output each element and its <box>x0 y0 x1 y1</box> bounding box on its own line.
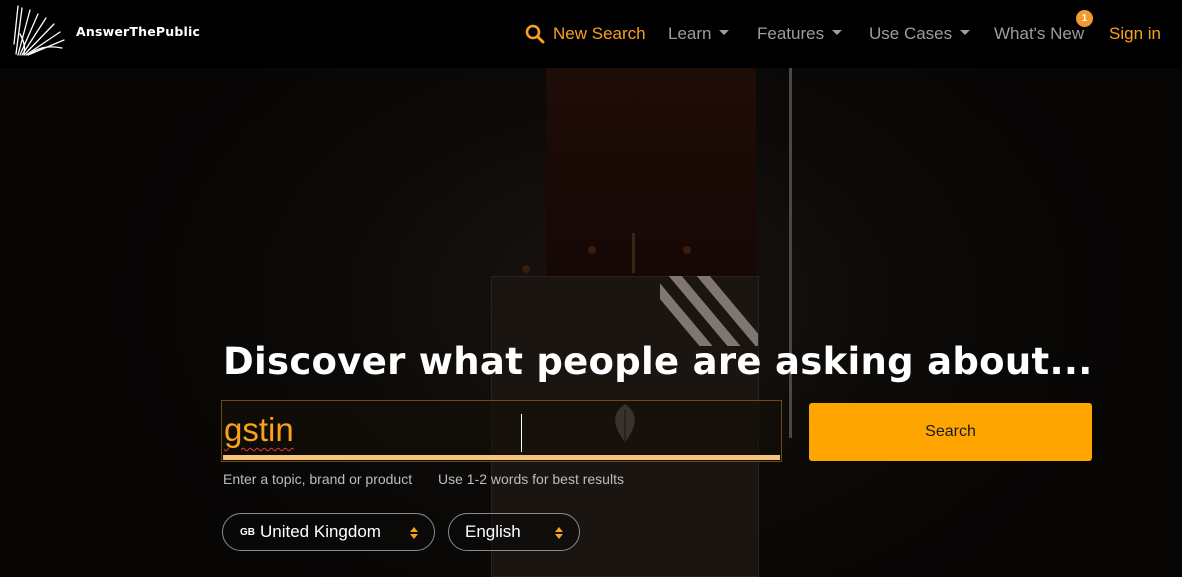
sort-arrows-icon <box>410 527 418 539</box>
hero-background <box>0 0 1182 577</box>
search-focus-underline <box>223 455 780 460</box>
leaf-icon <box>615 404 635 442</box>
word-count-hint: Use 1-2 words for best results <box>438 471 624 487</box>
background-ember <box>588 246 596 254</box>
search-input-value[interactable]: gstin <box>224 411 294 449</box>
chevron-down-icon <box>719 29 730 35</box>
chevron-down-icon <box>832 29 843 35</box>
nav-learn[interactable]: Learn <box>668 0 730 68</box>
nav-use-cases[interactable]: Use Cases <box>869 0 971 68</box>
whats-new-badge: 1 <box>1076 10 1093 27</box>
logo-icon[interactable] <box>12 4 68 58</box>
search-field[interactable]: gstin <box>221 400 782 462</box>
nav-features-label: Features <box>757 24 825 43</box>
nav-whats-new-label: What's New <box>994 24 1085 43</box>
language-label: English <box>465 522 521 541</box>
country-code: GB <box>240 526 255 538</box>
page-title: Discover what people are asking about... <box>223 340 1093 383</box>
chevron-down-icon <box>960 29 971 35</box>
brand-name[interactable]: AnswerThePublic <box>76 24 200 39</box>
nav-use-cases-label: Use Cases <box>869 24 953 43</box>
country-select[interactable]: GB United Kingdom <box>222 513 435 551</box>
text-cursor <box>521 414 522 452</box>
background-stick <box>632 233 635 273</box>
nav-learn-label: Learn <box>668 24 712 43</box>
sign-in-label: Sign in <box>1109 24 1161 43</box>
new-search-link[interactable]: New Search <box>525 0 646 68</box>
background-ember <box>522 265 530 273</box>
background-stripes <box>660 276 758 346</box>
background-ember <box>683 246 691 254</box>
topic-hint: Enter a topic, brand or product <box>223 471 413 487</box>
country-label: United Kingdom <box>260 522 381 541</box>
nav-features[interactable]: Features <box>757 0 843 68</box>
sign-in-link[interactable]: Sign in <box>1109 0 1161 68</box>
top-navbar: AnswerThePublic New Search Learn Feature… <box>0 0 1182 68</box>
search-icon <box>525 24 545 44</box>
new-search-label: New Search <box>553 24 646 43</box>
sort-arrows-icon <box>555 527 563 539</box>
nav-whats-new[interactable]: What's New <box>994 0 1084 68</box>
language-select[interactable]: English <box>448 513 580 551</box>
search-button[interactable]: Search <box>809 403 1092 461</box>
